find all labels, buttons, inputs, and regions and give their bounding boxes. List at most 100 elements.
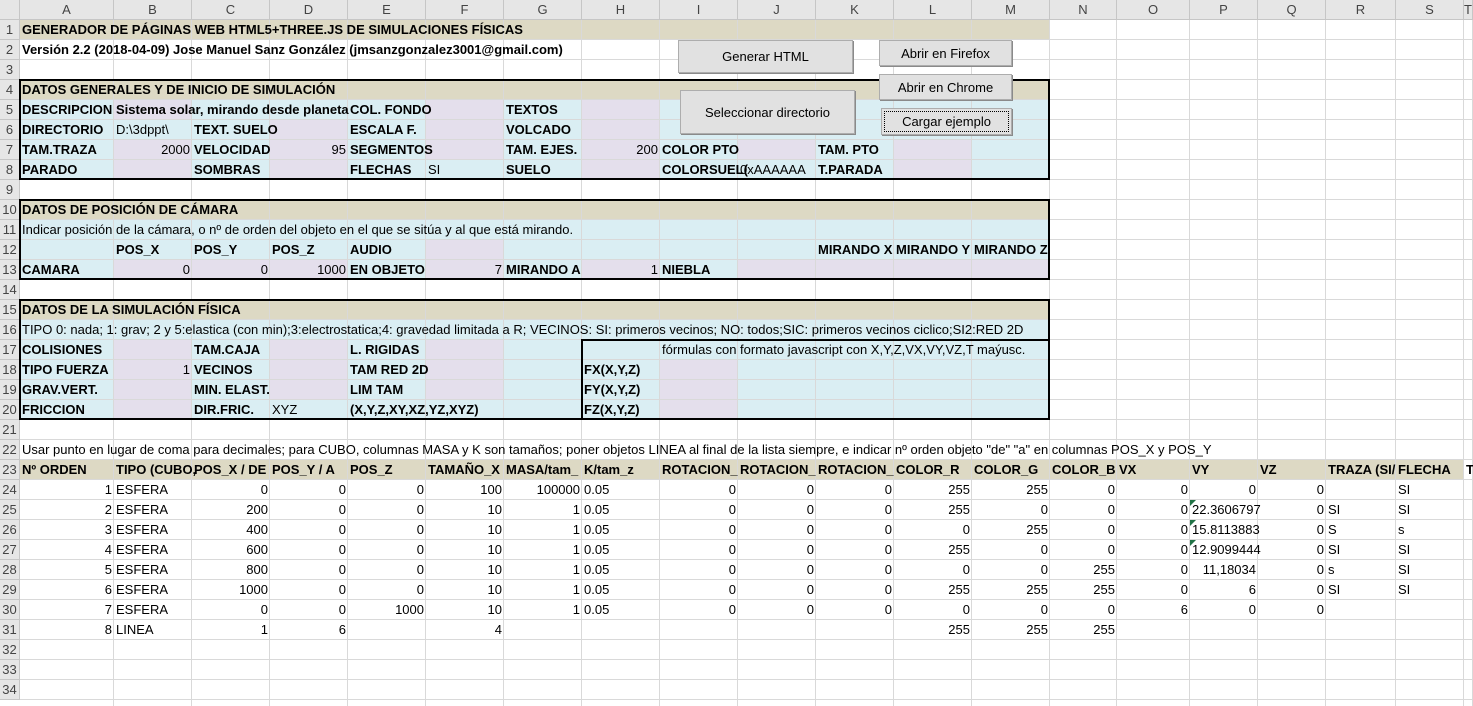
cell-b28[interactable]: ESFERA [114, 560, 170, 580]
cell-b23[interactable]: TIPO (CUBO, [114, 460, 198, 480]
column-header[interactable]: O [1117, 0, 1190, 20]
cell-e28[interactable]: 0 [348, 560, 426, 580]
cell-m27[interactable]: 0 [972, 540, 1050, 560]
cell-f8[interactable]: SI [426, 160, 442, 180]
cell-k30[interactable]: 0 [816, 600, 894, 620]
cell-h26[interactable]: 0.05 [582, 520, 611, 540]
cell-h18[interactable]: FX(X,Y,Z) [582, 360, 642, 380]
cell-q26[interactable]: 0 [1258, 520, 1326, 540]
cell-b29[interactable]: ESFERA [114, 580, 170, 600]
cell-n27[interactable]: 0 [1050, 540, 1117, 560]
cell-b30[interactable]: ESFERA [114, 600, 170, 620]
column-header[interactable]: F [426, 0, 504, 20]
spreadsheet[interactable]: A B C D E F G H I J K L M N O P Q R S T 1 2 3 4 5 6 7 8 9 10 11 12 13 14 1… [0, 0, 1473, 706]
cell-a23[interactable]: Nº ORDEN [20, 460, 89, 480]
cell-g25[interactable]: 1 [504, 500, 582, 520]
cell-d26[interactable]: 0 [270, 520, 348, 540]
column-header[interactable]: D [270, 0, 348, 20]
cell-l12[interactable]: MIRANDO Y [894, 240, 972, 260]
cell-r25[interactable]: SI [1326, 500, 1342, 520]
column-header[interactable]: J [738, 0, 816, 20]
cell-e12[interactable]: AUDIO [348, 240, 394, 260]
cell-l28[interactable]: 0 [894, 560, 972, 580]
cell-c29[interactable]: 1000 [192, 580, 270, 600]
cell-p27[interactable]: 12.9099444 [1190, 540, 1263, 560]
cell-g26[interactable]: 1 [504, 520, 582, 540]
cell-e24[interactable]: 0 [348, 480, 426, 500]
cell-k24[interactable]: 0 [816, 480, 894, 500]
cell-h25[interactable]: 0.05 [582, 500, 611, 520]
cell-o30[interactable]: 6 [1117, 600, 1190, 620]
row-header[interactable]: 26 [0, 520, 20, 540]
row-header[interactable]: 10 [0, 200, 20, 220]
row-header[interactable]: 28 [0, 560, 20, 580]
cell-g29[interactable]: 1 [504, 580, 582, 600]
generate-html-button[interactable]: Generar HTML [678, 40, 853, 73]
cell-n25[interactable]: 0 [1050, 500, 1117, 520]
cell-i26[interactable]: 0 [660, 520, 738, 540]
cell-e13[interactable]: EN OBJETO [348, 260, 427, 280]
cell-a15[interactable]: DATOS DE LA SIMULACIÓN FÍSICA [20, 300, 243, 320]
cell-b26[interactable]: ESFERA [114, 520, 170, 540]
cell-j24[interactable]: 0 [738, 480, 816, 500]
cell-b7[interactable]: 2000 [114, 140, 192, 160]
column-header[interactable]: M [972, 0, 1050, 20]
cell-s23[interactable]: FLECHA [1396, 460, 1453, 480]
cell-m31[interactable]: 255 [972, 620, 1050, 640]
cell-h27[interactable]: 0.05 [582, 540, 611, 560]
cell-a28[interactable]: 5 [20, 560, 114, 580]
cell-g23[interactable]: MASA/tam_ [504, 460, 580, 480]
cell-d31[interactable]: 6 [270, 620, 348, 640]
cell-o26[interactable]: 0 [1117, 520, 1190, 540]
cell-s24[interactable]: SI [1396, 480, 1412, 500]
cell-o23[interactable]: VX [1117, 460, 1138, 480]
row-header[interactable]: 27 [0, 540, 20, 560]
cell-m25[interactable]: 0 [972, 500, 1050, 520]
cell-m24[interactable]: 255 [972, 480, 1050, 500]
column-header[interactable]: A [20, 0, 114, 20]
load-example-button[interactable]: Cargar ejemplo [881, 108, 1012, 135]
row-header[interactable]: 17 [0, 340, 20, 360]
cell-k8[interactable]: T.PARADA [816, 160, 885, 180]
cell-f29[interactable]: 10 [426, 580, 504, 600]
cell-c27[interactable]: 600 [192, 540, 270, 560]
row-header[interactable]: 34 [0, 680, 20, 700]
cell-e17[interactable]: L. RIGIDAS [348, 340, 421, 360]
cell-m30[interactable]: 0 [972, 600, 1050, 620]
cell-k27[interactable]: 0 [816, 540, 894, 560]
cell-j28[interactable]: 0 [738, 560, 816, 580]
cell-i17[interactable]: fórmulas con formato javascript con X,Y,… [660, 340, 1027, 360]
cell-i30[interactable]: 0 [660, 600, 738, 620]
cell-n29[interactable]: 255 [1050, 580, 1117, 600]
row-header[interactable]: 7 [0, 140, 20, 160]
cell-j8[interactable]: 0xAAAAAA [738, 160, 808, 180]
cell-i13[interactable]: NIEBLA [660, 260, 712, 280]
column-header[interactable]: T [1464, 0, 1473, 20]
cell-g28[interactable]: 1 [504, 560, 582, 580]
cell-s29[interactable]: SI [1396, 580, 1412, 600]
cell-a2[interactable]: Versión 2.2 (2018-04-09) Jose Manuel San… [20, 40, 565, 60]
cell-p28[interactable]: 11,18034 [1190, 560, 1258, 580]
cell-a13[interactable]: CAMARA [20, 260, 82, 280]
cell-n28[interactable]: 255 [1050, 560, 1117, 580]
cell-h20[interactable]: FZ(X,Y,Z) [582, 400, 642, 420]
column-header[interactable]: S [1396, 0, 1464, 20]
cell-g8[interactable]: SUELO [504, 160, 553, 180]
cell-i8[interactable]: COLORSUEL( [660, 160, 750, 180]
cell-s25[interactable]: SI [1396, 500, 1412, 520]
row-header[interactable]: 2 [0, 40, 20, 60]
cell-b5[interactable]: Sistema solar, mirando desde planeta [114, 100, 351, 120]
cell-c8[interactable]: SOMBRAS [192, 160, 262, 180]
cell-e29[interactable]: 0 [348, 580, 426, 600]
row-header[interactable]: 16 [0, 320, 20, 340]
cell-d29[interactable]: 0 [270, 580, 348, 600]
cell-j25[interactable]: 0 [738, 500, 816, 520]
cell-a25[interactable]: 2 [20, 500, 114, 520]
cell-a18[interactable]: TIPO FUERZA [20, 360, 111, 380]
cell-a7[interactable]: TAM.TRAZA [20, 140, 99, 160]
cell-c28[interactable]: 800 [192, 560, 270, 580]
cell-s28[interactable]: SI [1396, 560, 1412, 580]
cell-h13[interactable]: 1 [582, 260, 660, 280]
cell-c12[interactable]: POS_Y [192, 240, 239, 260]
cell-c26[interactable]: 400 [192, 520, 270, 540]
